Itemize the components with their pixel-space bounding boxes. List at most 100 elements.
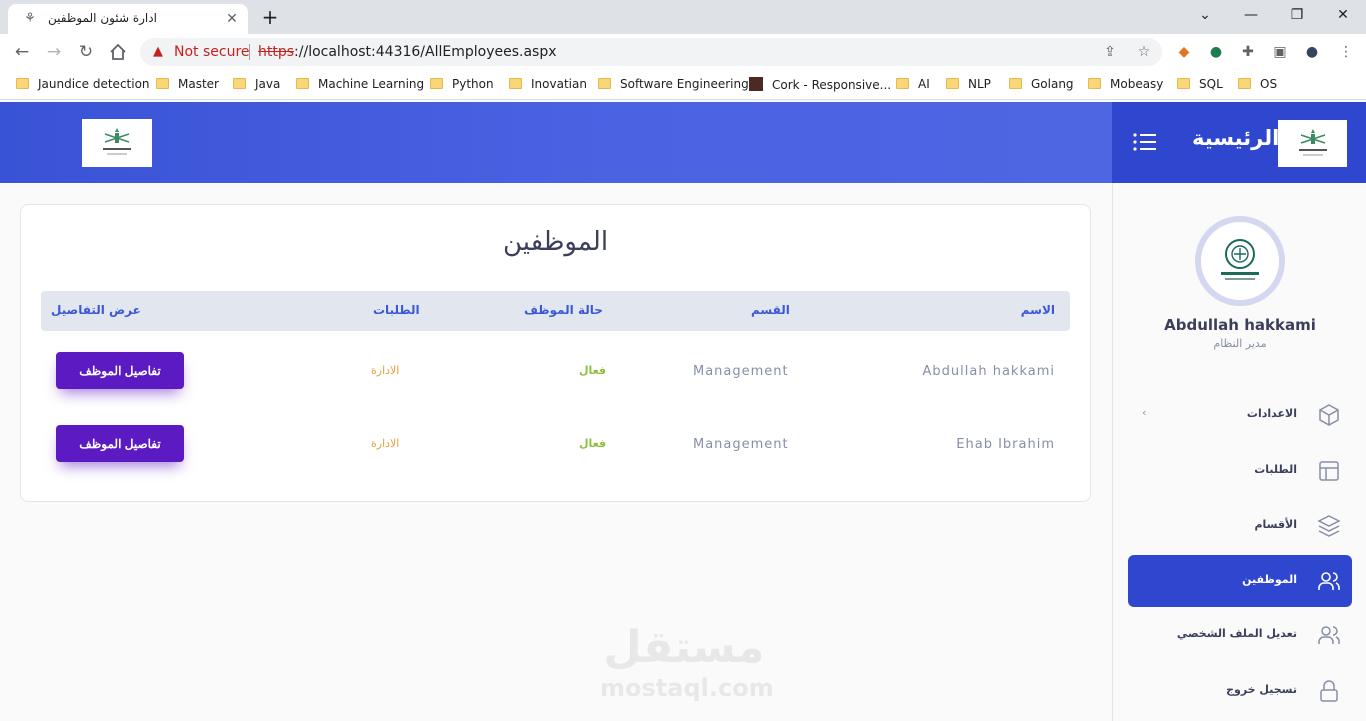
sidebar-item-logout[interactable]: تسجيل خروج xyxy=(1128,665,1352,717)
avatar xyxy=(1195,216,1285,306)
ministry-of-health-logo-icon xyxy=(103,128,131,155)
reload-icon[interactable]: ↻ xyxy=(74,40,98,64)
folder-icon xyxy=(1088,78,1101,89)
bookmark-item[interactable]: Software Engineering xyxy=(598,77,749,93)
extensions-puzzle-icon[interactable]: ✚ xyxy=(1238,42,1258,62)
employee-status: فعال xyxy=(579,437,607,450)
page-favicon-icon: ⚘ xyxy=(24,11,36,26)
ministry-of-health-logo-icon xyxy=(1298,128,1327,155)
folder-icon xyxy=(598,78,611,89)
warning-triangle-icon: ▲ xyxy=(153,44,163,59)
home-icon[interactable] xyxy=(106,40,130,64)
address-divider xyxy=(249,44,250,60)
table-row: Abdullah hakkami Management فعال الادارة… xyxy=(41,340,1070,410)
folder-icon xyxy=(16,78,29,89)
profile-avatar-icon[interactable]: ● xyxy=(1302,42,1322,62)
bookmark-item[interactable]: NLP xyxy=(946,77,991,93)
url-text[interactable]: https://localhost:44316/AllEmployees.asp… xyxy=(258,44,557,60)
bookmark-item[interactable]: Java xyxy=(233,77,280,93)
user-role: مدير النظام xyxy=(1213,337,1267,350)
hospital-logo-icon xyxy=(1221,239,1259,280)
browser-tabstrip: ⚘ ادارة شئون الموظفين ✕ + ⌄ — ❐ ✕ xyxy=(0,0,1366,34)
bookmark-item[interactable]: Cork - Responsive... xyxy=(749,77,891,93)
sidebar-item-requests[interactable]: الطلبات xyxy=(1128,445,1352,497)
minimize-window-icon[interactable]: — xyxy=(1228,4,1274,26)
watermark-latin: mostaql.com xyxy=(600,674,774,702)
folder-icon xyxy=(946,78,959,89)
folder-icon xyxy=(1009,78,1022,89)
column-header-status: حالة الموظف xyxy=(524,303,603,317)
mostaql-watermark: مستقل mostaql.com xyxy=(600,622,774,702)
bookmark-item[interactable]: Inovatian xyxy=(509,77,587,93)
address-bar[interactable]: ▲ Not secure https://localhost:44316/All… xyxy=(140,38,1162,66)
app-header xyxy=(0,102,1112,183)
sidebar-item-employees[interactable]: الموظفين xyxy=(1128,555,1352,607)
bookmark-item[interactable]: Machine Learning xyxy=(296,77,424,93)
browser-tab[interactable]: ⚘ ادارة شئون الموظفين ✕ xyxy=(8,4,248,34)
folder-icon xyxy=(430,78,443,89)
employee-requests: الادارة xyxy=(371,437,400,450)
employee-department: Management xyxy=(693,437,789,452)
column-header-department: القسم xyxy=(751,303,790,317)
employee-requests: الادارة xyxy=(371,364,400,377)
sidebar-item-label: تسجيل خروج xyxy=(1226,683,1297,696)
lock-icon xyxy=(1320,680,1338,702)
bookmark-item[interactable]: Master xyxy=(156,77,219,93)
employee-details-button[interactable]: تفاصيل الموظف xyxy=(56,352,184,389)
employee-details-button[interactable]: تفاصيل الموظف xyxy=(56,425,184,462)
home-title[interactable]: الرئيسية xyxy=(1192,126,1279,150)
sidebar-item-settings[interactable]: الاعدادات ‹ xyxy=(1128,389,1352,441)
metamask-extension-icon[interactable]: ◆ xyxy=(1174,42,1194,62)
share-icon[interactable]: ⇪ xyxy=(1100,42,1120,62)
site-favicon-icon xyxy=(749,77,763,91)
forward-arrow-icon[interactable]: → xyxy=(42,40,66,64)
bookmark-item[interactable]: Golang xyxy=(1009,77,1074,93)
browser-toolbar: ← → ↻ ▲ Not secure https://localhost:443… xyxy=(0,34,1366,70)
box-icon xyxy=(1319,404,1339,426)
employee-name: Ehab Ibrahim xyxy=(956,437,1055,452)
close-window-icon[interactable]: ✕ xyxy=(1320,4,1366,26)
bookmark-item[interactable]: AI xyxy=(896,77,930,93)
browser-menu-icon[interactable]: ⋮ xyxy=(1336,42,1356,62)
bookmark-item[interactable]: Python xyxy=(430,77,494,93)
sidebar-item-label: الاعدادات xyxy=(1246,407,1297,420)
new-tab-button[interactable]: + xyxy=(258,6,282,28)
hamburger-menu-icon[interactable] xyxy=(1132,131,1158,153)
security-label[interactable]: Not secure xyxy=(174,44,250,60)
url-path: ://localhost:44316/AllEmployees.aspx xyxy=(294,44,557,60)
restore-window-icon[interactable]: ❐ xyxy=(1274,4,1320,26)
close-tab-icon[interactable]: ✕ xyxy=(224,11,240,27)
sidebar-item-edit-profile[interactable]: تعديل الملف الشخصي xyxy=(1128,609,1352,661)
sidebar-item-departments[interactable]: الأقسام xyxy=(1128,500,1352,552)
sidebar-item-label: الأقسام xyxy=(1254,518,1297,531)
back-arrow-icon[interactable]: ← xyxy=(10,40,34,64)
side-panel-icon[interactable]: ▣ xyxy=(1270,42,1290,62)
sidebar-item-label: الطلبات xyxy=(1254,463,1297,476)
layout-icon xyxy=(1319,461,1339,481)
tab-title: ادارة شئون الموظفين xyxy=(48,11,157,25)
users-icon xyxy=(1318,572,1340,590)
employees-card: الموظفين الاسم القسم حالة الموظف الطلبات… xyxy=(20,204,1091,502)
folder-icon xyxy=(509,78,522,89)
folder-icon xyxy=(296,78,309,89)
table-header: الاسم القسم حالة الموظف الطلبات عرض التف… xyxy=(41,291,1070,331)
user-name: Abdullah hakkami xyxy=(1164,316,1316,334)
bookmark-item[interactable]: SQL xyxy=(1177,77,1223,93)
bookmark-star-icon[interactable]: ☆ xyxy=(1134,42,1154,62)
folder-icon xyxy=(1238,78,1251,89)
tab-search-chevron-icon[interactable]: ⌄ xyxy=(1182,4,1228,26)
column-header-name: الاسم xyxy=(1020,303,1055,317)
sidebar: Abdullah hakkami مدير النظام الاعدادات ‹… xyxy=(1112,183,1366,721)
ministry-logo[interactable] xyxy=(1278,120,1347,167)
folder-icon xyxy=(156,78,169,89)
folder-icon xyxy=(896,78,909,89)
bookmark-item[interactable]: Mobeasy xyxy=(1088,77,1163,93)
folder-icon xyxy=(233,78,246,89)
sidebar-item-label: الموظفين xyxy=(1242,573,1297,586)
bookmark-item[interactable]: OS xyxy=(1238,77,1277,93)
bookmark-item[interactable]: Jaundice detection xyxy=(16,77,150,93)
grammarly-extension-icon[interactable]: ● xyxy=(1206,42,1226,62)
employee-name: Abdullah hakkami xyxy=(922,364,1055,379)
sidebar-item-label: تعديل الملف الشخصي xyxy=(1176,627,1297,640)
employee-department: Management xyxy=(693,364,789,379)
